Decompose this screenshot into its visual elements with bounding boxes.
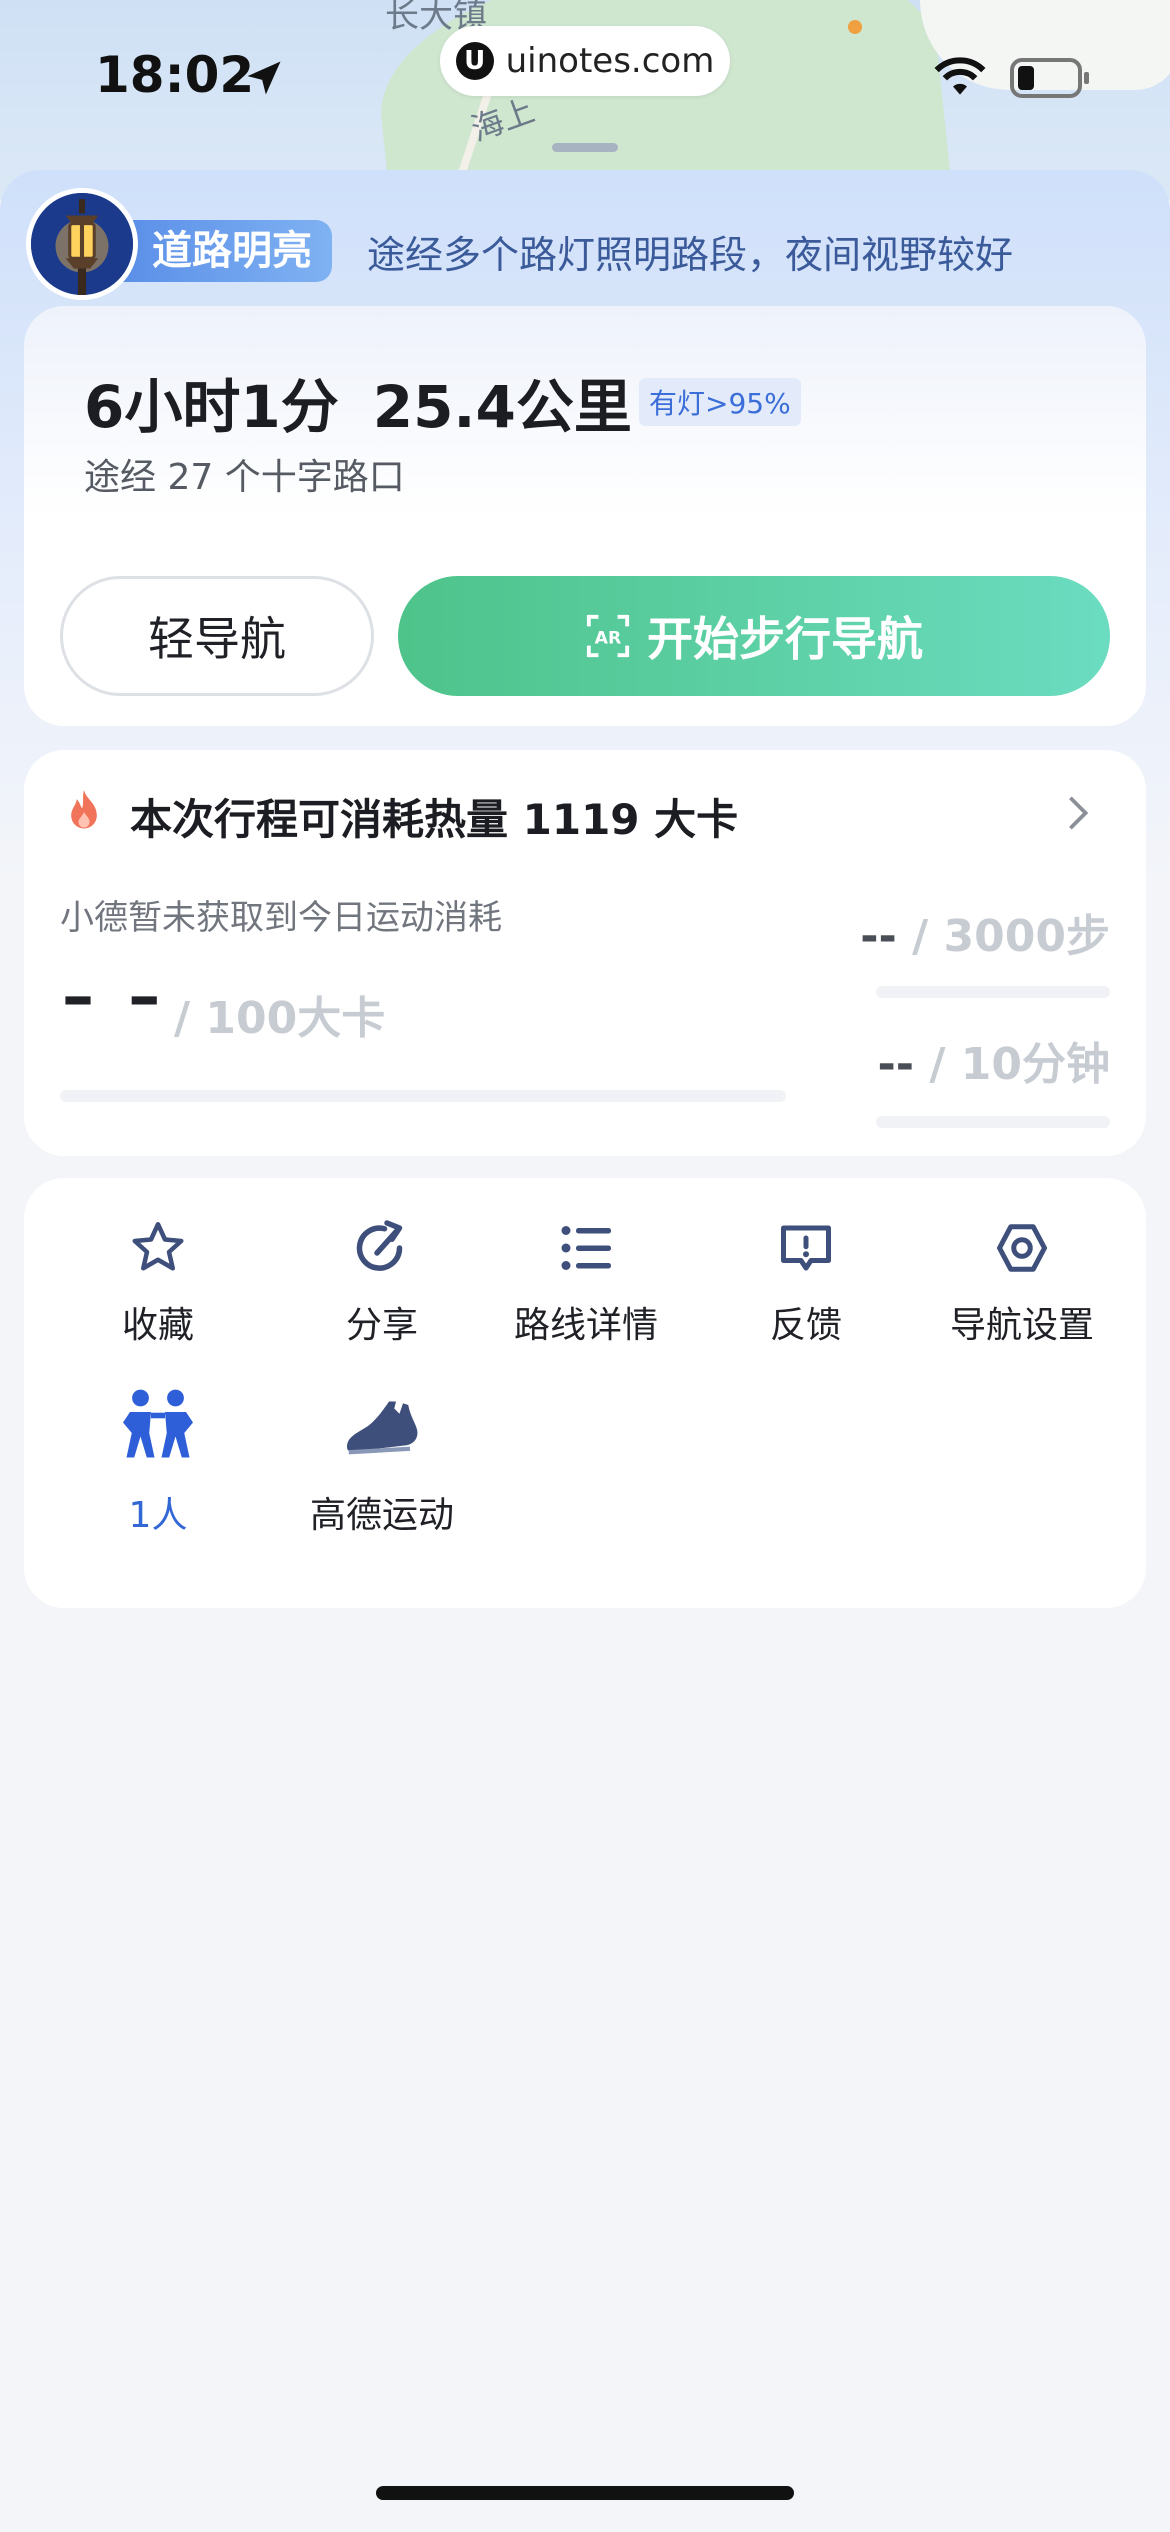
favorite-action[interactable]: 收藏 — [46, 1178, 270, 1348]
svg-text:AR: AR — [595, 629, 622, 649]
status-bar: 18:02 U uinotes.com — [0, 0, 1170, 150]
location-arrow-icon — [247, 61, 281, 95]
route-details-action[interactable]: 路线详情 — [474, 1178, 698, 1348]
route-details-label: 路线详情 — [513, 1305, 658, 1346]
minutes-goal: / 10分钟 — [914, 1039, 1110, 1090]
road-bright-banner: 道路明亮 途经多个路灯照明路段，夜间视野较好 — [22, 180, 1162, 310]
actions-card: 收藏 分享 路线详情 反馈 导航设置 1人 高德运动 — [24, 1178, 1146, 1608]
calorie-card[interactable]: 本次行程可消耗热量 1119 大卡 小德暂未获取到今日运动消耗 – – / 10… — [24, 750, 1146, 1156]
wifi-icon — [934, 57, 986, 95]
feedback-action[interactable]: 反馈 — [694, 1178, 918, 1348]
road-bright-description: 途经多个路灯照明路段，夜间视野较好 — [367, 233, 1014, 277]
calorie-goal: / 100大卡 — [174, 993, 386, 1044]
navigation-settings-label: 导航设置 — [949, 1305, 1094, 1346]
site-logo-icon: U — [455, 42, 494, 80]
feedback-label: 反馈 — [769, 1305, 842, 1346]
calorie-progress-bar — [60, 1090, 786, 1102]
route-crossings: 途经 27 个十字路口 — [84, 457, 405, 498]
sheet-drag-handle[interactable] — [552, 143, 618, 152]
calorie-subtitle: 小德暂未获取到今日运动消耗 — [60, 898, 502, 938]
minutes-value: -- — [877, 1039, 915, 1090]
calorie-title: 本次行程可消耗热量 1119 大卡 — [130, 795, 739, 844]
light-coverage-tag: 有灯>95% — [639, 378, 801, 426]
share-action[interactable]: 分享 — [270, 1178, 494, 1348]
settings-icon — [997, 1224, 1047, 1272]
minutes-progress-text: -- / 10分钟 — [878, 1028, 1110, 1092]
share-icon — [356, 1220, 403, 1271]
url-pill[interactable]: U uinotes.com — [440, 26, 730, 96]
url-text: uinotes.com — [505, 41, 715, 81]
home-indicator[interactable] — [376, 2486, 794, 2500]
start-walking-navigation-button[interactable]: AR 开始步行导航 — [398, 576, 1110, 696]
calorie-value: – – — [62, 960, 167, 1034]
road-bright-badge: 道路明亮 — [122, 220, 332, 282]
route-summary-card: 6小时1分 25.4公里 有灯>95% 途经 27 个十字路口 轻导航 AR 开始… — [24, 306, 1146, 726]
companions-action[interactable]: 1人 — [46, 1384, 270, 1554]
route-summary: 6小时1分 25.4公里 — [84, 360, 666, 444]
star-icon — [132, 1222, 184, 1271]
start-navigation-label: 开始步行导航 — [647, 612, 923, 666]
minutes-progress-bar — [876, 1116, 1110, 1128]
steps-progress-bar — [876, 986, 1110, 998]
steps-goal: / 3000步 — [896, 911, 1110, 962]
companions-label: 1人 — [128, 1495, 188, 1536]
street-lamp-icon — [26, 188, 138, 300]
share-label: 分享 — [345, 1305, 418, 1346]
amap-sport-action[interactable]: 高德运动 — [270, 1384, 494, 1554]
steps-progress-text: -- / 3000步 — [860, 900, 1110, 964]
navigation-settings-action[interactable]: 导航设置 — [910, 1178, 1134, 1348]
feedback-icon — [781, 1225, 831, 1271]
route-sheet: 道路明亮 途经多个路灯照明路段，夜间视野较好 6小时1分 25.4公里 有灯>95… — [0, 143, 1170, 2532]
sneaker-icon — [347, 1401, 418, 1455]
route-distance: 25.4公里 — [372, 373, 632, 441]
people-icon — [123, 1389, 193, 1458]
amap-sport-label: 高德运动 — [309, 1495, 454, 1536]
status-time: 18:02 — [95, 46, 255, 104]
light-navigation-button[interactable]: 轻导航 — [60, 576, 374, 696]
route-duration: 6小时1分 — [84, 373, 339, 441]
chevron-right-icon[interactable] — [1064, 794, 1092, 832]
fire-icon — [71, 790, 97, 829]
list-icon — [561, 1226, 611, 1270]
ar-icon: AR — [586, 614, 630, 658]
battery-icon — [1010, 58, 1089, 98]
favorite-label: 收藏 — [121, 1305, 194, 1346]
steps-value: -- — [860, 911, 897, 962]
